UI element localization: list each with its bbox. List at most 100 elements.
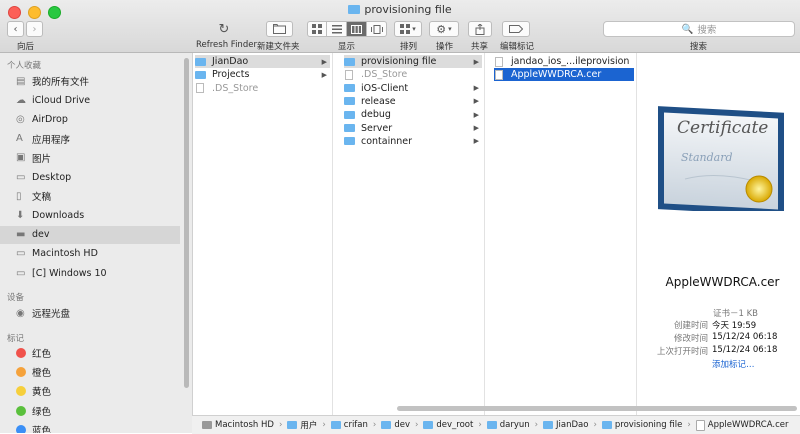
icon-view-button[interactable] <box>307 21 327 37</box>
path-separator-icon: › <box>414 420 419 430</box>
file-icon <box>495 56 503 67</box>
sidebar-item-label: iCloud Drive <box>32 94 91 106</box>
new-folder-button[interactable] <box>266 21 293 37</box>
back-button[interactable]: ‹ <box>7 21 24 37</box>
sidebar-item[interactable]: A 应用程序 <box>0 130 180 148</box>
refresh-button[interactable]: ↻ <box>215 21 233 37</box>
title-bar: provisioning file ‹ › 向后 ↻ Refresh Finde… <box>0 0 800 53</box>
sidebar-item[interactable]: ▬ dev <box>0 225 180 244</box>
path-segment[interactable]: JianDao <box>543 420 588 430</box>
sidebar-item-label: 文稿 <box>32 192 52 204</box>
folder-icon <box>195 57 206 66</box>
folder-row[interactable]: Projects ▶ <box>195 68 330 81</box>
edit-tags-button[interactable] <box>502 21 530 37</box>
horizontal-scrollbar[interactable] <box>397 406 797 411</box>
path-segment[interactable]: crifan <box>330 420 368 430</box>
sidebar-item[interactable]: ▯ 文稿 <box>0 187 180 205</box>
folder-icon: ▬ <box>16 229 26 241</box>
path-segment[interactable]: Macintosh HD <box>202 420 274 430</box>
certificate-title: Certificate <box>677 118 768 138</box>
folder-icon <box>287 421 298 429</box>
row-label: iOS-Client <box>361 82 409 94</box>
refresh-icon: ↻ <box>218 21 230 37</box>
add-tags-link[interactable]: 添加标记… <box>712 358 755 370</box>
forward-button[interactable]: › <box>26 21 43 37</box>
folder-row[interactable]: debug ▶ <box>344 108 482 121</box>
harddisk-icon: ▭ <box>16 267 26 279</box>
row-label: .DS_Store <box>361 69 408 81</box>
sidebar-item-label: AirDrop <box>32 113 68 125</box>
sidebar-device-item[interactable]: ◉ 远程光盘 <box>0 304 180 322</box>
sidebar-item[interactable]: ▤ 我的所有文件 <box>0 72 180 90</box>
path-segment-label: JianDao <box>556 420 589 430</box>
folder-icon <box>601 421 612 429</box>
row-label: provisioning file <box>361 56 437 67</box>
harddisk-icon <box>202 421 212 429</box>
path-segment[interactable]: 用户 <box>287 419 317 431</box>
download-icon: ⬇ <box>16 209 25 221</box>
sidebar-item[interactable]: ☁ iCloud Drive <box>0 91 180 109</box>
sidebar-item[interactable]: ▭ [C] Windows 10 <box>0 264 180 282</box>
sidebar-item[interactable]: ◎ AirDrop <box>0 110 180 128</box>
sidebar-item-label: [C] Windows 10 <box>32 267 107 279</box>
sidebar-item[interactable]: ▭ Macintosh HD <box>0 245 180 263</box>
list-view-button[interactable] <box>327 21 347 37</box>
column-1: JianDao ▶ Projects ▶ .DS_Store <box>193 53 333 415</box>
file-row[interactable]: .DS_Store <box>195 82 330 95</box>
file-row[interactable]: AppleWWDRCA.cer <box>494 68 634 82</box>
path-segment[interactable]: AppleWWDRCA.cer <box>695 419 788 431</box>
sidebar-item[interactable]: ⬇ Downloads <box>0 206 180 224</box>
folder-icon <box>423 421 434 429</box>
row-label: AppleWWDRCA.cer <box>511 69 602 81</box>
sidebar-tag-item[interactable]: 红色 <box>0 344 180 362</box>
path-segment[interactable]: daryun <box>486 420 530 430</box>
info-value: 15/12/24 06:18 <box>712 345 778 355</box>
folder-icon <box>195 70 206 79</box>
path-segment[interactable]: dev <box>381 420 410 430</box>
row-label: debug <box>361 109 391 121</box>
file-row[interactable]: jandao_ios_...ileprovision <box>494 55 634 68</box>
search-field[interactable]: 🔍 搜索 <box>603 21 795 37</box>
share-button[interactable] <box>468 21 492 37</box>
folder-icon <box>344 110 355 119</box>
folder-row[interactable]: iOS-Client ▶ <box>344 82 482 95</box>
display-label: 显示 <box>338 42 356 52</box>
folder-row[interactable]: Server ▶ <box>344 122 482 135</box>
path-bar: Macintosh HD › 用户 › crifan › dev › dev_root › dary… <box>192 415 800 434</box>
action-button[interactable]: ⚙ ▾ <box>429 21 459 37</box>
applications-icon: A <box>16 133 23 145</box>
tag-color-dot <box>16 367 26 378</box>
search-icon: 🔍 <box>681 23 694 35</box>
disclosure-arrow-icon: ▶ <box>473 110 479 119</box>
arrange-button[interactable]: ▾ <box>394 21 422 37</box>
sidebar-tag-item[interactable]: 蓝色 <box>0 421 180 433</box>
sidebar-scrollbar[interactable] <box>184 58 189 388</box>
sidebar-tag-item[interactable]: 黄色 <box>0 382 180 400</box>
path-segment[interactable]: provisioning file <box>601 420 682 430</box>
desktop-icon: ▭ <box>16 171 26 183</box>
folder-row[interactable]: provisioning file ▶ <box>344 55 482 68</box>
sidebar-item[interactable]: ▭ Desktop <box>0 168 180 186</box>
row-label: jandao_ios_...ileprovision <box>511 56 630 67</box>
sidebar-tag-item[interactable]: 绿色 <box>0 402 180 420</box>
coverflow-view-button[interactable] <box>367 21 387 37</box>
folder-row[interactable]: containner ▶ <box>344 135 482 148</box>
folder-icon <box>344 97 355 106</box>
info-label: 上次打开时间 <box>656 347 708 357</box>
camera-icon: ▣ <box>16 152 26 164</box>
folder-row[interactable]: JianDao ▶ <box>195 55 330 68</box>
search-label: 搜索 <box>690 42 708 52</box>
arrange-label: 排列 <box>400 42 418 52</box>
sidebar-tag-item[interactable]: 橙色 <box>0 363 180 381</box>
file-row[interactable]: .DS_Store <box>344 68 482 81</box>
path-segment-label: 用户 <box>300 421 318 431</box>
file-icon <box>695 419 705 431</box>
folder-row[interactable]: release ▶ <box>344 95 482 108</box>
path-segment[interactable]: dev_root <box>423 420 473 430</box>
columns-icon <box>351 24 362 34</box>
sidebar-item[interactable]: ▣ 图片 <box>0 149 180 167</box>
back-label: 向后 <box>17 42 35 52</box>
sidebar-item-label: 绿色 <box>32 406 52 418</box>
path-segment-label: dev <box>394 420 410 430</box>
column-view-button[interactable] <box>347 21 367 37</box>
